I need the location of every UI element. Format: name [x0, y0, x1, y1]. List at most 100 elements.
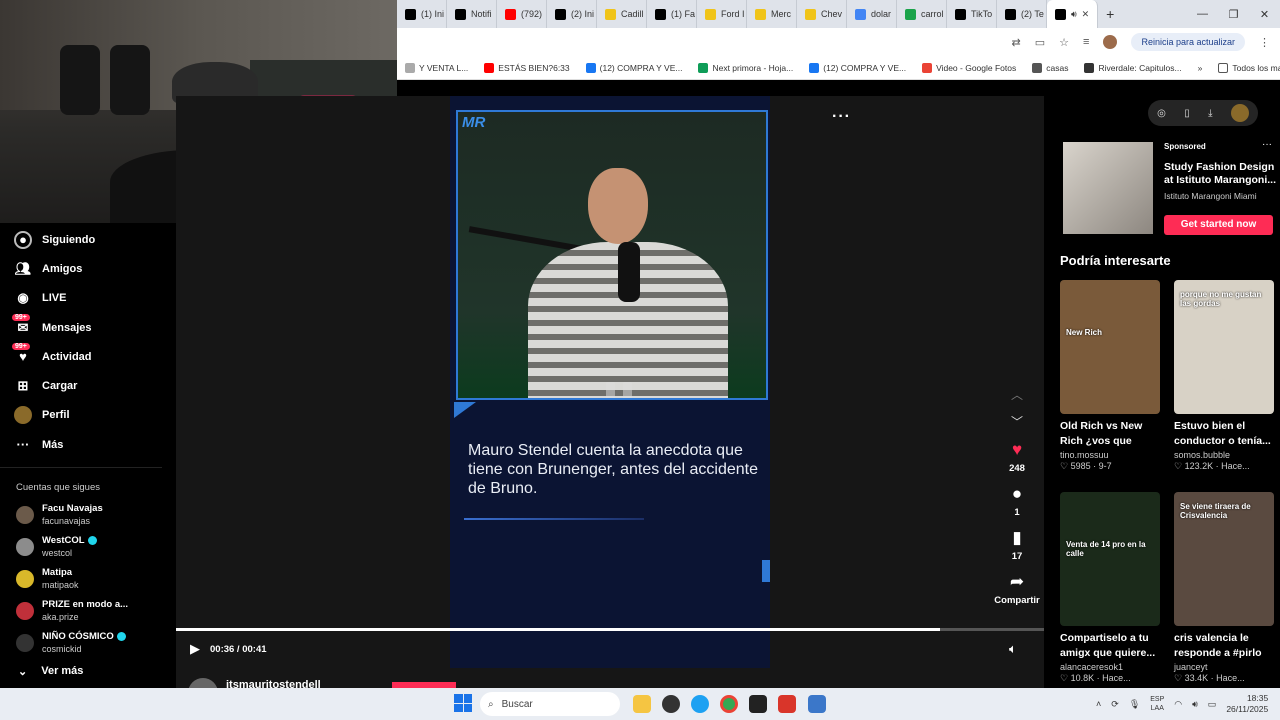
browser-tab[interactable]: Notifi: [447, 0, 497, 28]
user-avatar[interactable]: [1230, 104, 1249, 122]
browser-tab[interactable]: Chev: [797, 0, 847, 28]
speaker-icon[interactable]: 🔊︎: [1192, 699, 1198, 710]
video-thumbnail[interactable]: porque no me gustan las gordas: [1174, 280, 1274, 414]
browser-tab[interactable]: dolar: [847, 0, 897, 28]
device-icon[interactable]: ▯: [1184, 108, 1190, 119]
card-author[interactable]: juanceyt: [1174, 662, 1274, 672]
followed-account[interactable]: WestCOL westcol: [0, 531, 176, 563]
bookmark-item[interactable]: Video - Google Fotos: [914, 62, 1024, 73]
all-bookmarks[interactable]: Todos los marcadores: [1210, 62, 1280, 73]
nav-item-más[interactable]: ··· Más: [0, 430, 176, 459]
previous-video-icon[interactable]: ︿: [1011, 386, 1023, 403]
video-thumbnail[interactable]: Se viene tiraera de Crisvalencia: [1174, 492, 1274, 626]
pause-icon[interactable]: [606, 382, 632, 398]
suggested-video-card[interactable]: porque no me gustan las gordas Estuvo bie…: [1174, 280, 1274, 472]
nav-item-amigos[interactable]: 👥︎ Amigos: [0, 254, 176, 283]
wifi-icon[interactable]: ◠: [1174, 699, 1182, 710]
clock[interactable]: 18:35 26/11/2025: [1226, 693, 1268, 715]
translate-icon[interactable]: ⇄: [1012, 36, 1021, 49]
taskbar-search[interactable]: ⌕ Buscar: [480, 692, 620, 716]
bookmark-item[interactable]: casas: [1024, 62, 1076, 73]
battery-icon[interactable]: ▭: [1208, 699, 1217, 710]
snipping-tool-icon[interactable]: [808, 695, 826, 713]
see-more-button[interactable]: ⌄ Ver más: [0, 659, 176, 683]
card-author[interactable]: somos.bubble: [1174, 450, 1274, 460]
card-title[interactable]: Old Rich vs New Rich ¿vos que preferis?: [1060, 419, 1160, 449]
followed-account[interactable]: NIÑO CÓSMICO cosmickid: [0, 627, 176, 659]
next-video-icon[interactable]: ﹀: [1011, 413, 1023, 430]
minimize-icon[interactable]: —: [1187, 8, 1218, 21]
browser-tab[interactable]: TikTo: [947, 0, 997, 28]
browser-tab[interactable]: (1) Fa: [647, 0, 697, 28]
ad-cta-button[interactable]: Get started now: [1164, 215, 1273, 235]
nav-item-live[interactable]: ◉ LIVE: [0, 284, 176, 313]
nav-item-perfil[interactable]: Perfil: [0, 401, 176, 430]
card-title[interactable]: Compartiselo a tu amigx que quiere...: [1060, 631, 1160, 661]
menu-icon[interactable]: ⋮: [1259, 36, 1270, 49]
bookmarks-overflow-icon[interactable]: »: [1190, 63, 1211, 73]
bookmark-item[interactable]: ESTÁS BIEN?6:33: [476, 62, 577, 73]
followed-account[interactable]: Facu Navajas facunavajas: [0, 499, 176, 531]
bookmark-item[interactable]: Y VENTA L...: [397, 62, 476, 73]
active-tab[interactable]: 🔊︎ ✕: [1047, 0, 1099, 28]
share-button[interactable]: ➦ Compartir: [990, 573, 1044, 607]
nav-item-mensajes[interactable]: ✉ 99+ Mensajes: [0, 313, 176, 342]
video-thumbnail[interactable]: New Rich: [1060, 280, 1160, 414]
like-button[interactable]: ♥ 248: [994, 441, 1040, 475]
download-icon[interactable]: ⤓: [1208, 108, 1212, 119]
bookmark-item[interactable]: (12) COMPRA Y VE...: [578, 62, 691, 73]
volume-icon[interactable]: 🔈︎: [1009, 641, 1017, 657]
card-title[interactable]: Estuvo bien el conductor o tenía...: [1174, 419, 1274, 449]
video-progress-bar[interactable]: [176, 628, 1044, 631]
video-thumbnail[interactable]: Venta de 14 pro en la calle: [1060, 492, 1160, 626]
restore-icon[interactable]: ❐: [1218, 8, 1249, 21]
bookmark-item[interactable]: Next primora - Hoja...: [690, 62, 801, 73]
language-indicator[interactable]: ESP LAA: [1150, 695, 1164, 713]
card-author[interactable]: alancaceresok1: [1060, 662, 1160, 672]
browser-tab[interactable]: (792): [497, 0, 547, 28]
chrome-icon[interactable]: [720, 695, 738, 713]
bookmark-star-icon[interactable]: ☆: [1059, 36, 1069, 49]
ad-more-icon[interactable]: ···: [1262, 139, 1272, 150]
profile-avatar[interactable]: [1103, 35, 1118, 49]
update-button[interactable]: Reinicia para actualizar: [1131, 33, 1245, 51]
chevron-up-icon[interactable]: ˄: [1096, 699, 1101, 709]
mic-icon[interactable]: 🎙︎: [1129, 699, 1140, 710]
browser-tab[interactable]: Ford I: [697, 0, 747, 28]
nav-item-cargar[interactable]: ⊞ Cargar: [0, 371, 176, 400]
nav-item-actividad[interactable]: ♥ 99+ Actividad: [0, 342, 176, 371]
ad-image[interactable]: [1063, 142, 1153, 234]
close-icon[interactable]: ✕: [1082, 9, 1090, 20]
windows-start-icon[interactable]: [454, 694, 472, 712]
app-icon[interactable]: [662, 695, 680, 713]
save-button[interactable]: ▮ 17: [994, 529, 1040, 563]
followed-account[interactable]: PRIZE en modo a... aka.prize: [0, 595, 176, 627]
browser-tab[interactable]: (2) Te: [997, 0, 1047, 28]
suggested-video-card[interactable]: Venta de 14 pro en la calle Compartiselo …: [1060, 492, 1160, 684]
new-tab-icon[interactable]: +: [1098, 6, 1122, 22]
bookmark-item[interactable]: (12) COMPRA Y VE...: [801, 62, 914, 73]
edge-icon[interactable]: [691, 695, 709, 713]
comment-button[interactable]: ● 1: [994, 485, 1040, 519]
sync-icon[interactable]: ⟳: [1111, 699, 1119, 710]
video-frame[interactable]: MR Mauro Stendel cuenta la anecdota que …: [450, 96, 770, 668]
reading-list-icon[interactable]: ≡: [1083, 36, 1089, 48]
card-author[interactable]: tino.mossuu: [1060, 450, 1160, 460]
card-title[interactable]: cris valencia le responde a #pirlo i...: [1174, 631, 1274, 661]
browser-tab[interactable]: (2) Ini: [547, 0, 597, 28]
browser-tab[interactable]: carrol: [897, 0, 947, 28]
bookmark-item[interactable]: Riverdale: Capitulos...: [1076, 62, 1189, 73]
video-player[interactable]: MR Mauro Stendel cuenta la anecdota que …: [176, 96, 1044, 688]
more-options-icon[interactable]: ···: [832, 108, 851, 126]
browser-tab[interactable]: Cadill: [597, 0, 647, 28]
suggested-video-card[interactable]: Se viene tiraera de Crisvalencia cris val…: [1174, 492, 1274, 684]
close-window-icon[interactable]: ✕: [1249, 8, 1280, 21]
suggested-video-card[interactable]: New Rich Old Rich vs New Rich ¿vos que pr…: [1060, 280, 1160, 472]
cast-icon[interactable]: ▭: [1035, 36, 1045, 49]
play-icon[interactable]: ▶: [190, 641, 200, 657]
audio-icon[interactable]: 🔊︎: [1071, 9, 1077, 20]
followed-account[interactable]: Matipa matipaok: [0, 563, 176, 595]
nav-item-siguiendo[interactable]: ● Siguiendo: [0, 225, 176, 254]
browser-tab[interactable]: Merc: [747, 0, 797, 28]
app-red-icon[interactable]: [778, 695, 796, 713]
